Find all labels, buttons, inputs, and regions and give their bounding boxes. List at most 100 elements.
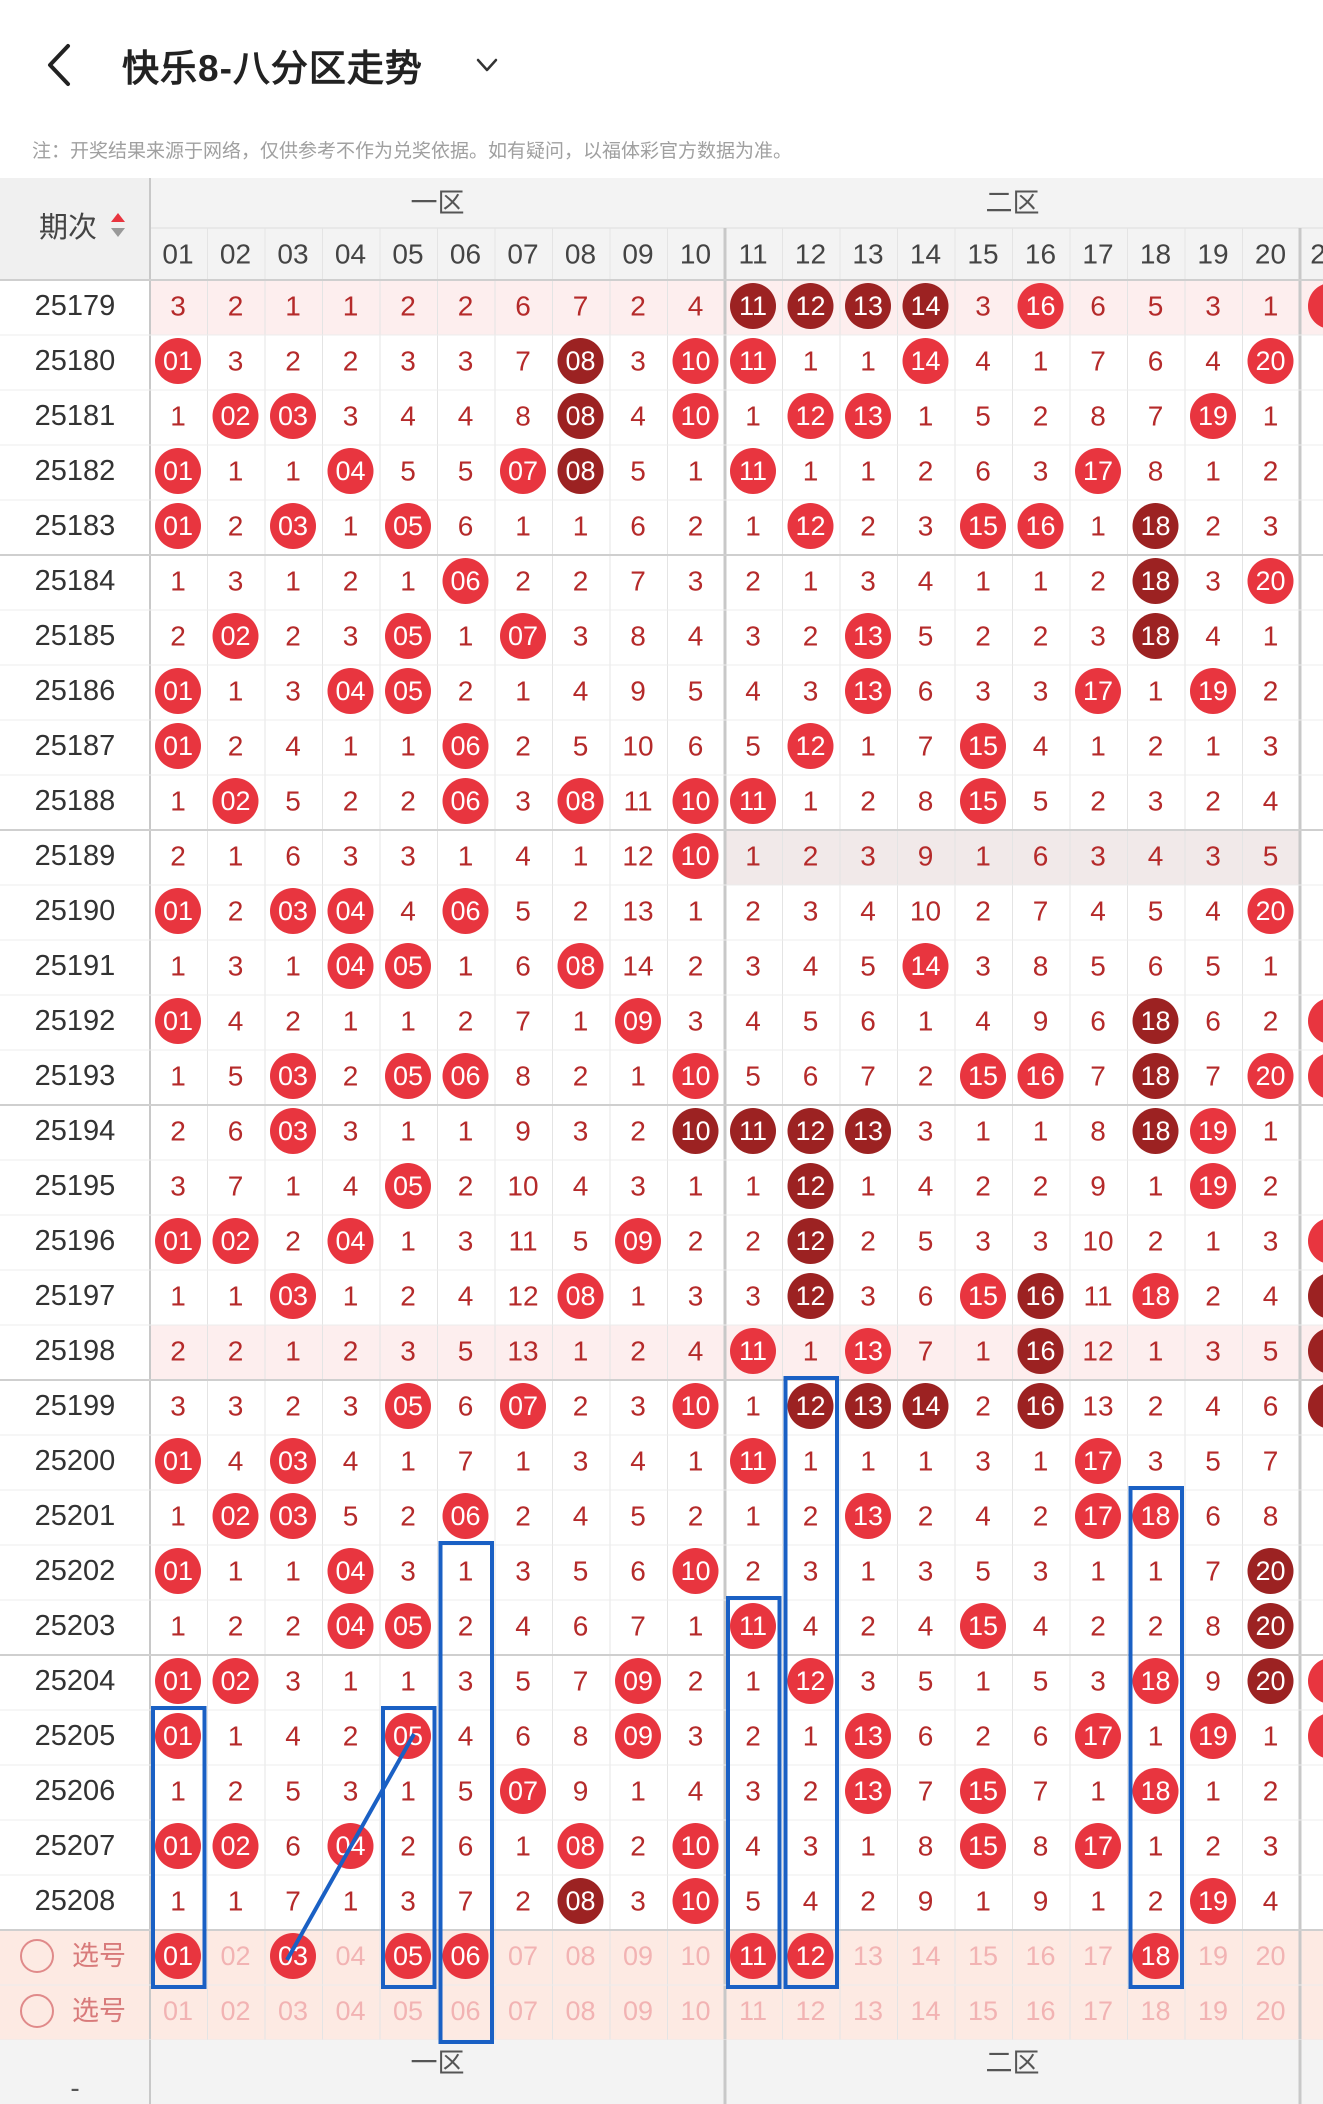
- miss-count: 9: [515, 1116, 531, 1147]
- miss-count: 1: [860, 731, 876, 762]
- miss-count: 1: [745, 1501, 761, 1532]
- ball-number: 04: [335, 1226, 365, 1256]
- miss-count: 2: [285, 346, 301, 377]
- ball-partial: [1308, 1384, 1323, 1428]
- trend-grid[interactable]: 一区 二区01 02 03 04 05 06 07 08 09 10 11 12 13 14 15 16 17 18…: [0, 178, 1323, 2104]
- chevron-down-icon[interactable]: [470, 48, 504, 82]
- ball-number: 01: [163, 511, 193, 541]
- miss-count: 4: [975, 346, 991, 377]
- miss-count: 2: [860, 1226, 876, 1257]
- miss-count: 1: [630, 1061, 646, 1092]
- miss-count: 7: [573, 1666, 589, 1697]
- ball-number: 11: [739, 786, 767, 816]
- miss-count: 1: [1148, 676, 1164, 707]
- ball-number: 10: [680, 1556, 710, 1586]
- miss-count: 3: [1263, 1831, 1279, 1862]
- miss-count: 1: [1090, 1776, 1106, 1807]
- miss-count: 6: [515, 1721, 531, 1752]
- miss-count: 3: [860, 566, 876, 597]
- select-option-09: 09: [623, 1941, 653, 1971]
- ball-number: 11: [739, 456, 767, 486]
- select-option-11: 11: [739, 1996, 767, 2026]
- miss-count: 3: [343, 1391, 359, 1422]
- miss-count: 6: [860, 1006, 876, 1037]
- ball-number: 18: [1140, 1501, 1170, 1531]
- miss-count: 2: [1263, 1171, 1279, 1202]
- ball-number: 01: [163, 1226, 193, 1256]
- miss-count: 2: [745, 566, 761, 597]
- miss-count: 1: [860, 1171, 876, 1202]
- miss-count: 1: [515, 676, 531, 707]
- miss-count: 1: [573, 1006, 589, 1037]
- miss-count: 3: [1090, 1666, 1106, 1697]
- miss-count: 5: [745, 1886, 761, 1917]
- miss-count: 4: [1148, 841, 1164, 872]
- miss-count: 5: [1148, 896, 1164, 927]
- ball-number: 02: [220, 401, 250, 431]
- miss-count: 1: [170, 401, 186, 432]
- miss-count: 3: [1033, 456, 1049, 487]
- miss-count: 1: [975, 1116, 991, 1147]
- miss-count: 1: [228, 1556, 244, 1587]
- miss-count: 5: [975, 1556, 991, 1587]
- select-option-16: 16: [1025, 1996, 1055, 2026]
- period-cell: 25187: [35, 730, 116, 762]
- miss-count: 3: [803, 676, 819, 707]
- trend-table[interactable]: 一区 二区 01 02 03 04 05 06 07 08 09 10 11 12 13 14 15 16 17 18…: [0, 178, 1323, 2104]
- ball-number: 19: [1198, 1886, 1228, 1916]
- miss-count: 9: [1090, 1171, 1106, 1202]
- ball-number: 06: [450, 1061, 480, 1091]
- miss-count: 2: [170, 1336, 186, 1367]
- miss-count: 7: [228, 1171, 244, 1202]
- ball-number: 12: [795, 1226, 825, 1256]
- miss-count: 2: [1205, 511, 1221, 542]
- miss-count: 5: [1148, 291, 1164, 322]
- miss-count: 1: [228, 841, 244, 872]
- miss-count: 7: [918, 1776, 934, 1807]
- miss-count: 2: [285, 621, 301, 652]
- miss-count: 10: [910, 896, 941, 927]
- ball-number: 15: [968, 1611, 998, 1641]
- miss-count: 5: [1033, 1666, 1049, 1697]
- miss-count: 1: [343, 1006, 359, 1037]
- miss-count: 1: [1033, 1446, 1049, 1477]
- miss-count: 3: [343, 1116, 359, 1147]
- miss-count: 1: [860, 1446, 876, 1477]
- miss-count: 3: [1263, 511, 1279, 542]
- ball-number: 12: [795, 1391, 825, 1421]
- miss-count: 4: [458, 1281, 474, 1312]
- ball-number: 13: [853, 1391, 883, 1421]
- miss-count: 2: [170, 841, 186, 872]
- miss-count: 2: [285, 1611, 301, 1642]
- ball-number: 08: [565, 1831, 595, 1861]
- column-header-partial: 2: [1310, 239, 1323, 270]
- select-option-04: 04: [335, 1941, 365, 1971]
- miss-count: 7: [1205, 1061, 1221, 1092]
- miss-count: 2: [1033, 621, 1049, 652]
- chevron-left-icon[interactable]: [40, 40, 80, 90]
- miss-count: 10: [507, 1171, 538, 1202]
- miss-count: 4: [1205, 346, 1221, 377]
- period-cell: 25194: [35, 1115, 116, 1147]
- ball-number: 15: [968, 1831, 998, 1861]
- table-header-bg: [0, 178, 1323, 280]
- ball-number: 03: [278, 1281, 308, 1311]
- ball-number: 13: [853, 1336, 883, 1366]
- miss-count: 11: [508, 1226, 537, 1257]
- select-option-12: 12: [795, 1996, 825, 2026]
- miss-count: 5: [630, 1501, 646, 1532]
- ball-number: 12: [795, 1666, 825, 1696]
- miss-count: 2: [803, 621, 819, 652]
- select-option-05: 05: [393, 1996, 423, 2026]
- miss-count: 3: [860, 1666, 876, 1697]
- miss-count: 6: [1090, 291, 1106, 322]
- miss-count: 1: [1263, 401, 1279, 432]
- page-title[interactable]: 快乐8-八分区走势: [122, 38, 423, 92]
- miss-count: 1: [458, 1116, 474, 1147]
- miss-count: 2: [458, 1611, 474, 1642]
- miss-count: 2: [745, 1226, 761, 1257]
- miss-count: 2: [688, 1226, 704, 1257]
- miss-count: 1: [285, 1556, 301, 1587]
- miss-count: 3: [228, 1391, 244, 1422]
- ball-number: 01: [163, 1556, 193, 1586]
